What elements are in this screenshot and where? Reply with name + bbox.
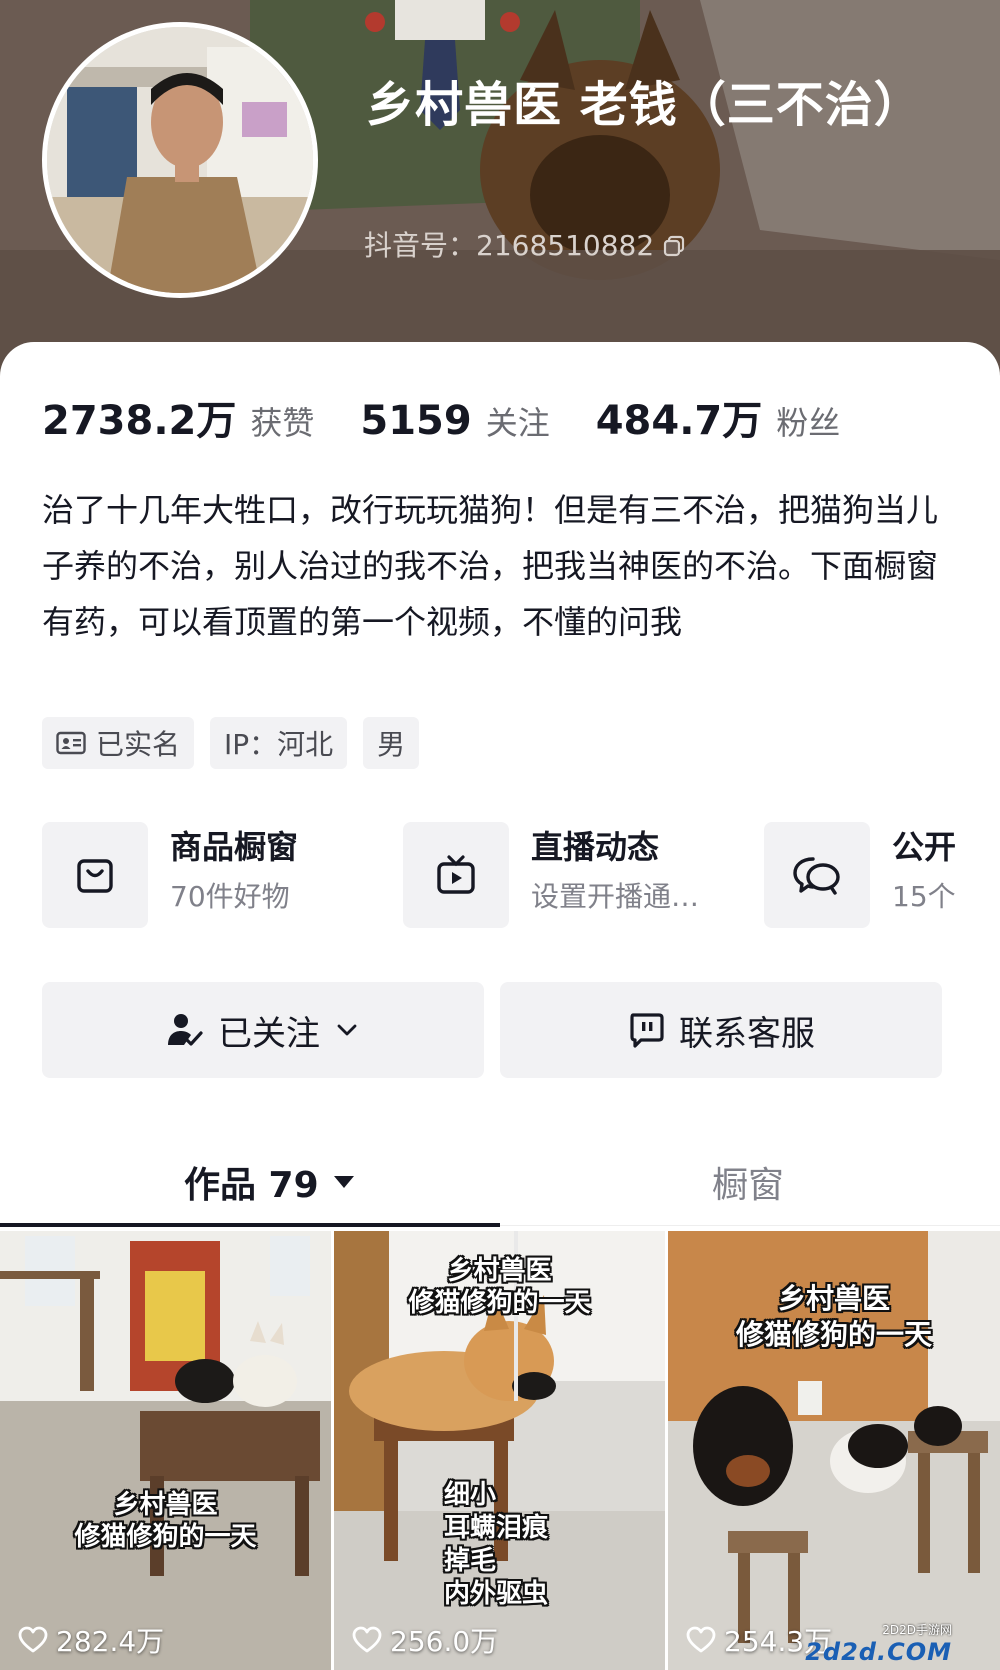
feature-icon-box bbox=[403, 822, 509, 928]
id-card-icon bbox=[56, 731, 86, 755]
stats-row: 2738.2万 获赞 5159 关注 484.7万 粉丝 bbox=[42, 388, 886, 446]
video-tags-text: 细小 耳螨泪痕 掉毛 内外驱虫 bbox=[444, 1479, 548, 1611]
watermark-small-text: 2D2D手游网 bbox=[882, 1623, 952, 1637]
video-caption-line: 修猫修狗的一天 bbox=[74, 1522, 257, 1552]
feature-title: 直播动态 bbox=[531, 828, 660, 866]
profile-header: 乡村兽医 老钱（三不治） 抖音号：2168510882 bbox=[0, 0, 1000, 380]
tab-works[interactable]: 作品 79 bbox=[184, 1156, 355, 1208]
profile-card: 2738.2万 获赞 5159 关注 484.7万 粉丝 治了十几年大牲口，改行… bbox=[0, 342, 1000, 1670]
chevron-down-icon bbox=[337, 1024, 357, 1036]
following-label[interactable]: 关注 bbox=[486, 398, 550, 444]
followed-button[interactable]: 已关注 bbox=[42, 982, 484, 1078]
user-check-icon bbox=[168, 1014, 203, 1046]
feature-icon-box bbox=[42, 822, 148, 928]
contact-service-button[interactable]: 联系客服 bbox=[500, 982, 942, 1078]
video-caption-line: 乡村兽医 bbox=[113, 1490, 218, 1520]
shopping-bag-icon bbox=[77, 859, 113, 893]
video-caption: 乡村兽医 修猫修狗的一天 bbox=[0, 1489, 331, 1553]
video-thumbnail[interactable]: 乡村兽医 修猫修狗的一天 282.4万 bbox=[0, 1231, 331, 1670]
tab-showcase[interactable]: 橱窗 bbox=[712, 1156, 784, 1208]
feature-title: 商品橱窗 bbox=[170, 828, 299, 866]
video-thumbnail[interactable]: 乡村兽医 修猫修狗的一天 254.3万 2D2D手游网 2d2d.COM bbox=[668, 1231, 1000, 1670]
video-caption: 乡村兽医 修猫修狗的一天 bbox=[668, 1281, 1000, 1353]
video-likes: 282.4万 bbox=[18, 1620, 164, 1660]
video-caption-line: 修猫修狗的一天 bbox=[735, 1318, 932, 1351]
ip-tag: IP：河北 bbox=[210, 717, 348, 769]
avatar[interactable] bbox=[42, 22, 318, 298]
followed-label: 已关注 bbox=[218, 1013, 320, 1054]
feature-live[interactable]: 直播动态 设置开播通… bbox=[403, 822, 699, 928]
contact-service-label: 联系客服 bbox=[679, 1013, 815, 1054]
feature-subtitle: 70件好物 bbox=[170, 880, 290, 913]
followers-label[interactable]: 粉丝 bbox=[776, 398, 840, 444]
active-tab-indicator bbox=[0, 1223, 500, 1227]
video-tag-line: 细小 bbox=[444, 1480, 497, 1510]
profile-display-name: 乡村兽医 老钱（三不治） bbox=[366, 77, 923, 133]
douyin-id-text: 抖音号：2168510882 bbox=[364, 229, 655, 262]
profile-tags: 已实名 IP：河北 男 bbox=[42, 717, 420, 769]
customer-service-icon bbox=[630, 1013, 664, 1048]
tab-works-label: 作品 79 bbox=[184, 1165, 319, 1206]
feature-groups[interactable]: 公开 15个 bbox=[764, 822, 956, 928]
video-thumbnail[interactable]: 乡村兽医 修猫修狗的一天 细小 耳螨泪痕 掉毛 内外驱虫 256.0万 bbox=[334, 1231, 665, 1670]
feature-subtitle: 设置开播通… bbox=[531, 880, 700, 913]
video-tag-line: 掉毛 bbox=[444, 1546, 497, 1576]
caret-down-icon bbox=[333, 1176, 354, 1188]
video-tag-line: 耳螨泪痕 bbox=[444, 1513, 549, 1543]
video-tag-line: 内外驱虫 bbox=[444, 1579, 549, 1609]
douyin-id-row[interactable]: 抖音号：2168510882 bbox=[364, 224, 686, 264]
video-caption-line: 乡村兽医 bbox=[777, 1282, 890, 1315]
heart-icon bbox=[686, 1626, 716, 1653]
content-tabs: 作品 79 橱窗 bbox=[0, 1142, 1000, 1227]
following-count[interactable]: 5159 bbox=[360, 398, 471, 444]
feature-entries: 商品橱窗 70件好物 直播动态 设置开播通… 公开 15个 bbox=[42, 822, 1000, 932]
likes-label: 获赞 bbox=[250, 404, 315, 442]
feature-title: 公开 bbox=[892, 828, 957, 866]
followers-count[interactable]: 484.7万 bbox=[596, 388, 763, 446]
verified-tag: 已实名 bbox=[42, 717, 195, 769]
video-likes-count: 282.4万 bbox=[56, 1625, 165, 1658]
profile-bio: 治了十几年大牲口，改行玩玩猫狗！但是有三不治，把猫狗当儿子养的不治，别人治过的我… bbox=[42, 491, 939, 641]
feature-icon-box bbox=[764, 822, 870, 928]
gender-label: 男 bbox=[377, 728, 406, 761]
chat-bubbles-icon bbox=[793, 857, 840, 895]
heart-icon bbox=[18, 1626, 48, 1653]
site-watermark: 2D2D手游网 2d2d.COM bbox=[805, 1621, 952, 1666]
tv-icon bbox=[437, 855, 475, 894]
video-caption-line: 修猫修狗的一天 bbox=[408, 1288, 591, 1318]
copy-icon[interactable] bbox=[662, 232, 686, 257]
feature-shop-window[interactable]: 商品橱窗 70件好物 bbox=[42, 822, 298, 928]
feature-subtitle: 15个 bbox=[892, 880, 956, 913]
video-likes: 256.0万 bbox=[352, 1620, 498, 1660]
video-likes-count: 256.0万 bbox=[390, 1625, 499, 1658]
gender-tag: 男 bbox=[363, 717, 420, 769]
likes-count: 2738.2万 bbox=[42, 398, 237, 444]
heart-icon bbox=[352, 1626, 382, 1653]
video-thumbnail-image bbox=[0, 1231, 331, 1670]
watermark-main-text: 2d2d.COM bbox=[805, 1638, 952, 1666]
video-caption-line: 乡村兽医 bbox=[447, 1256, 552, 1286]
avatar-photo bbox=[47, 27, 313, 293]
ip-label: IP：河北 bbox=[224, 728, 334, 761]
video-grid: 乡村兽医 修猫修狗的一天 282.4万 乡村兽医 修猫修狗的一天 细小 耳螨泪痕… bbox=[0, 1231, 1000, 1670]
tab-showcase-label: 橱窗 bbox=[712, 1165, 785, 1206]
video-caption: 乡村兽医 修猫修狗的一天 bbox=[334, 1255, 665, 1319]
verified-label: 已实名 bbox=[96, 728, 181, 761]
